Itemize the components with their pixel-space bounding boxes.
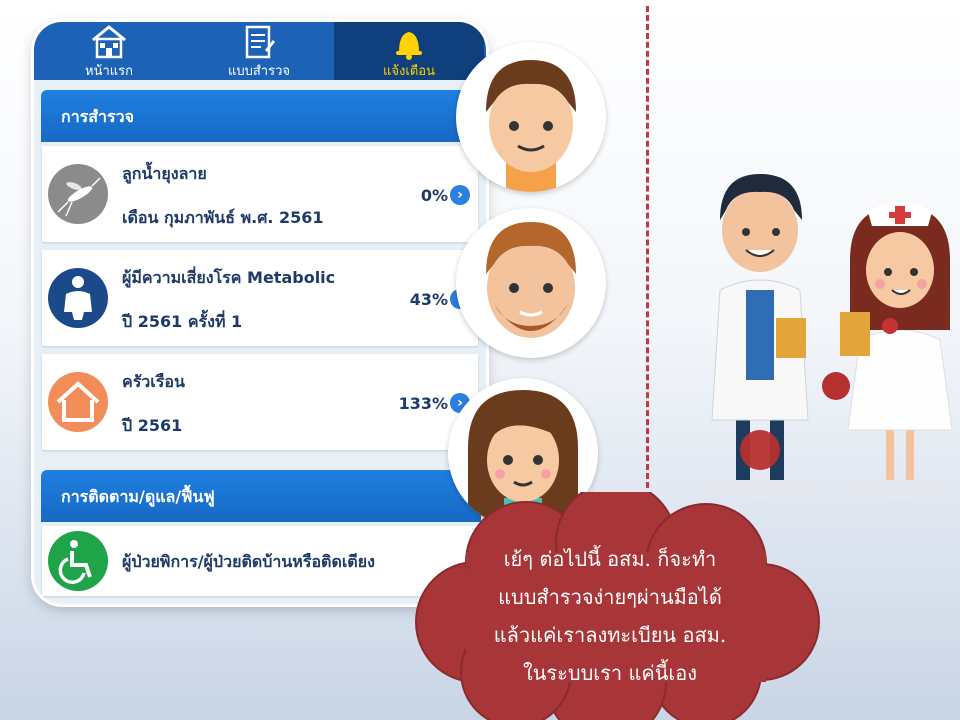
survey-item-percent: 43% — [409, 290, 448, 309]
survey-item-subtitle: ปี 2561 ครั้งที่ 1 — [122, 312, 243, 331]
followup-item-title: ผู้ป่วยพิการ/ผู้ป่วยติดบ้านหรือติดเตียง — [122, 552, 375, 571]
survey-item-percent: 133% — [398, 394, 448, 413]
survey-section-header: การสำรวจ — [41, 90, 481, 142]
bell-icon — [396, 32, 422, 60]
person-icon — [48, 268, 108, 328]
survey-item-title: ครัวเรือน — [122, 372, 185, 391]
avatar-bearded-man — [456, 208, 606, 358]
speech-line: แบบสำรวจง่ายๆผ่านมือได้ — [498, 585, 722, 609]
speech-line: เย้ๆ ต่อไปนี้ อสม. ก็จะทำ — [503, 547, 717, 571]
wheelchair-icon — [48, 531, 108, 591]
speech-text: เย้ๆ ต่อไปนี้ อสม. ก็จะทำ แบบสำรวจง่ายๆผ… — [440, 540, 780, 692]
mosquito-icon — [48, 164, 108, 224]
survey-item-title: ผู้มีความเสี่ยงโรค Metabolic — [122, 268, 336, 287]
survey-item-title: ลูกน้ำยุงลาย — [122, 164, 207, 183]
tab-notifications-label: แจ้งเตือน — [383, 64, 435, 79]
house-icon — [92, 25, 126, 59]
chevron-right-icon[interactable]: › — [450, 185, 470, 205]
survey-item-household[interactable]: ครัวเรือน ปี 2561 133% › — [42, 354, 478, 450]
tab-home-label: หน้าแรก — [85, 64, 133, 79]
speech-line: ในระบบเรา แค่นี้เอง — [522, 661, 698, 685]
survey-item-percent: 0% — [420, 186, 448, 205]
speech-line: แล้วแค่เราลงทะเบียน อสม. — [493, 623, 727, 647]
tab-notifications[interactable]: แจ้งเตือน — [334, 22, 484, 80]
tab-home[interactable]: หน้าแรก — [34, 22, 184, 80]
avatar-young-man — [456, 42, 606, 192]
tab-survey[interactable]: แบบสำรวจ — [184, 22, 334, 80]
survey-item-mosquito[interactable]: ลูกน้ำยุงลาย เดือน กุมภาพันธ์ พ.ศ. 2561 … — [42, 146, 478, 242]
survey-item-subtitle: ปี 2561 — [122, 416, 183, 435]
survey-item-subtitle: เดือน กุมภาพันธ์ พ.ศ. 2561 — [122, 208, 324, 227]
doctor-nurse-illustration — [706, 174, 954, 498]
tab-bar: หน้าแรก แบบสำรวจ แจ้งเตือน — [34, 22, 486, 80]
survey-item-metabolic[interactable]: ผู้มีความเสี่ยงโรค Metabolic ปี 2561 ครั… — [42, 250, 478, 346]
survey-section-title: การสำรวจ — [61, 107, 134, 126]
dashed-divider — [646, 6, 649, 488]
home-icon — [48, 372, 108, 432]
clipboard-icon — [245, 25, 275, 59]
tab-survey-label: แบบสำรวจ — [227, 64, 291, 79]
followup-section-title: การติดตาม/ดูแล/ฟื้นฟู — [61, 487, 215, 506]
